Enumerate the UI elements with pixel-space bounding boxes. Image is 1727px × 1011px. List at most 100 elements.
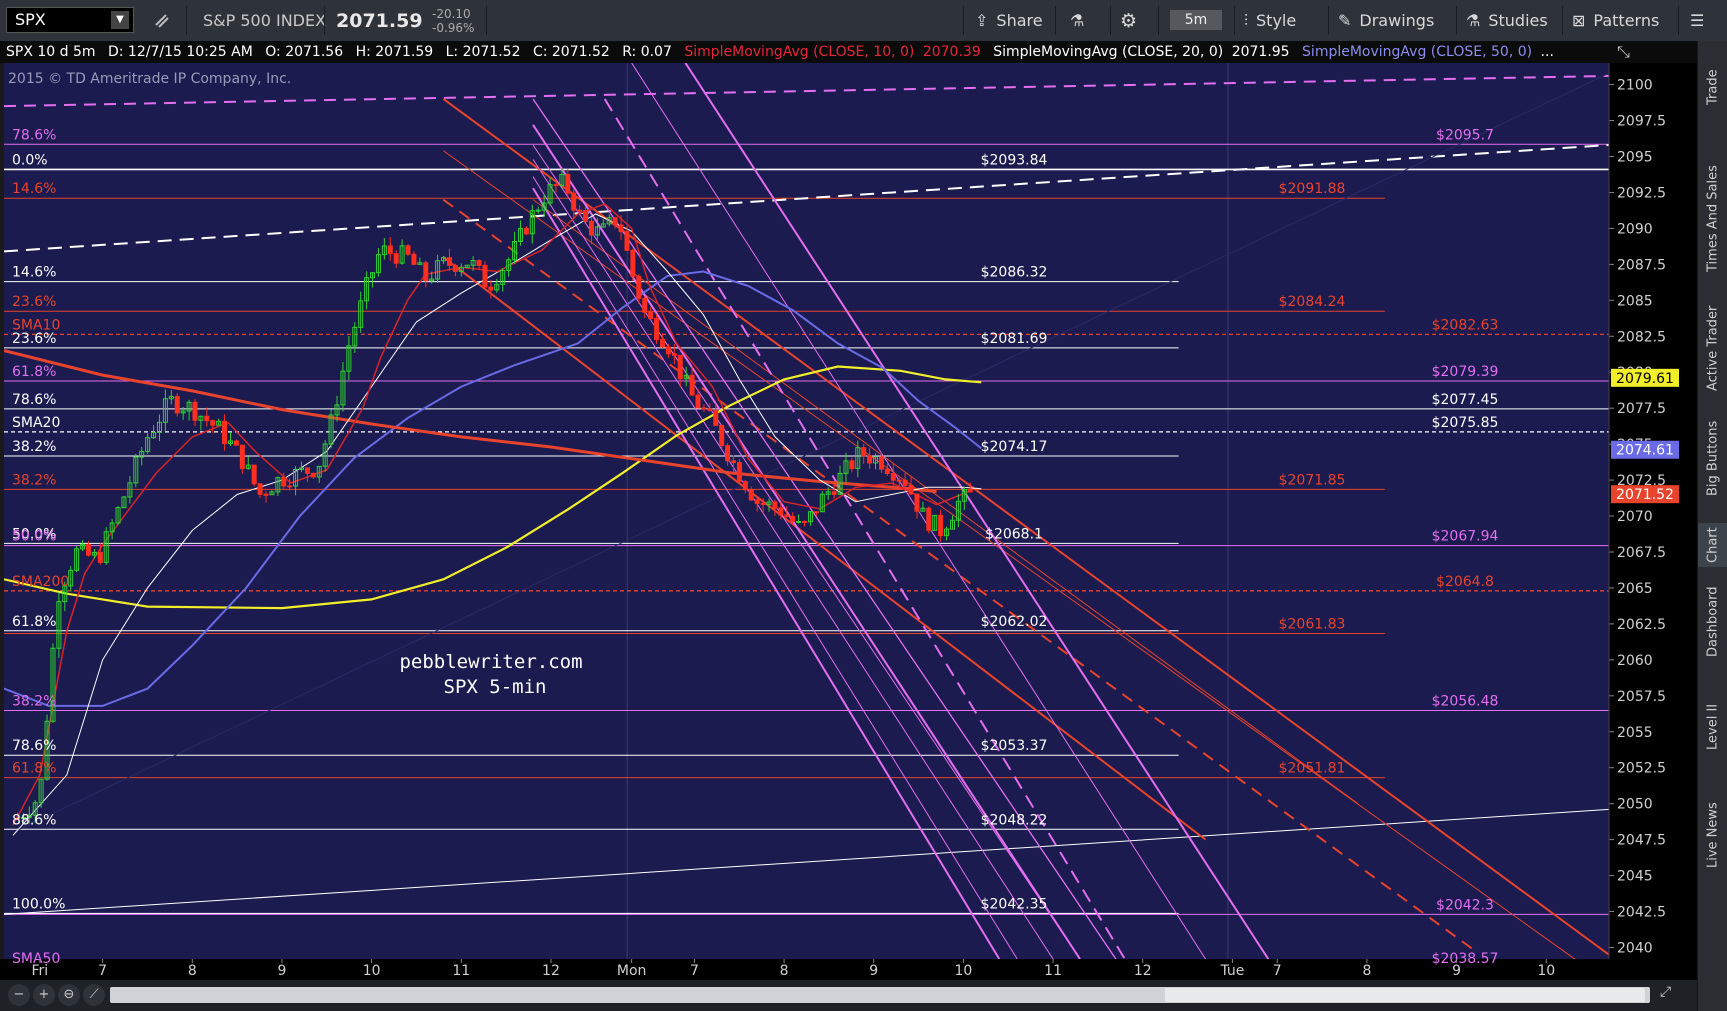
arrow-left-icon[interactable]: ⟋ [83,984,105,1006]
change-percent: -0.96% [432,20,475,35]
level-right-label: $2061.83 [1279,617,1346,633]
y-tick-label: 2042.5 [1617,905,1666,921]
candle-body [624,231,630,251]
level-left-label: 23.6% [12,331,56,347]
candle-body [754,499,760,504]
symbol-input[interactable]: SPX ▼ [6,7,134,33]
style-icon: ⫶ [1244,10,1249,30]
zoom-fit-icon[interactable]: ⊖ [58,984,80,1006]
level-left-label: 61.8% [12,761,56,777]
gear-icon[interactable]: ⚙ [1120,0,1137,41]
x-tick-label: 8 [780,963,789,979]
zoom-in-icon[interactable]: + [33,984,55,1006]
candle-body [654,318,660,340]
x-tick-label: Tue [1219,963,1244,979]
chevron-down-icon[interactable]: ▼ [111,11,129,29]
candle-body [233,440,239,446]
level-left-label: 100.0% [12,897,65,913]
candle-body [476,260,482,266]
candle-body [642,297,648,313]
share-button[interactable]: ⇪ Share [975,0,1043,41]
side-tab-big-buttons[interactable]: Big Buttons [1698,406,1727,510]
copyright-text: 2015 © TD Ameritrade IP Company, Inc. [8,71,291,87]
candle-body [310,472,316,478]
x-tick-label: 9 [869,963,878,979]
x-tick-label: 7 [98,963,107,979]
level-right-label: $2053.37 [981,738,1048,754]
side-tab-active-trader[interactable]: Active Trader [1698,303,1727,393]
candle-body [535,209,541,212]
link-icon[interactable] [152,0,172,41]
x-tick-label: 12 [542,963,560,979]
level-left-label: 38.2% [12,693,56,709]
level-left-label: SMA200 [12,574,69,590]
drawings-button[interactable]: ✎ Drawings [1338,0,1434,41]
candle-body [204,415,210,422]
candle-body [85,543,91,556]
side-tab-live-news[interactable]: Live News [1698,786,1727,884]
index-name: S&P 500 INDEX [203,11,327,30]
y-tick-label: 2057.5 [1617,689,1666,705]
level-right-label: $2038.57 [1432,951,1499,967]
side-tab-times-and-sales[interactable]: Times And Sales [1698,149,1727,289]
level-right-label: $2074.17 [981,439,1048,455]
y-tick-label: 2040 [1617,940,1653,956]
time-scrollbar[interactable] [110,987,1650,1003]
y-tick-label: 2077.5 [1617,401,1666,417]
candle-body [802,520,808,523]
candle-body [778,507,784,516]
studies-label: Studies [1488,11,1548,30]
timeframe-selector[interactable]: 5m [1170,10,1222,30]
price-badge-label: 2074.61 [1616,443,1674,459]
candle-body [896,479,902,482]
candle-body [251,464,257,485]
studies-icon: ⚗ [1466,11,1481,30]
candle-body [523,227,529,235]
top-toolbar: SPX ▼ S&P 500 INDEX 2071.59 -20.10 -0.96%… [0,0,1727,42]
candle-body [725,445,731,462]
candle-body [890,473,896,481]
side-panel: Trade Times And Sales Active Trader Big But… [1697,41,1727,1011]
y-tick-label: 2092.5 [1617,185,1666,201]
candle-body [222,420,228,445]
side-tab-chart[interactable]: Chart [1698,523,1727,567]
studies-button[interactable]: ⚗ Studies [1466,0,1548,41]
candle-body [630,249,636,277]
candle-body [192,401,198,421]
side-tab-dashboard[interactable]: Dashboard [1698,574,1727,670]
price-chart[interactable]: 78.6% $2095.7 0.0% $2093.84 14.6% $2091.88 14.… [0,41,1697,980]
style-button[interactable]: ⫶ Style [1244,0,1296,41]
candle-body [861,447,867,457]
candle-body [387,245,393,255]
side-tab-level-ii[interactable]: Level II [1698,681,1727,773]
level-right-label: $2093.84 [981,152,1048,168]
side-tab-trade[interactable]: Trade [1698,41,1727,133]
candle-body [636,275,642,299]
menu-icon[interactable]: ☰ [1690,0,1704,41]
candle-body [287,485,293,488]
flask-icon[interactable]: ⚗ [1070,0,1084,41]
zoom-out-icon[interactable]: − [8,984,30,1006]
level-right-label: $2091.88 [1279,181,1346,197]
level-left-label: 88.6% [12,812,56,828]
candle-body [908,484,914,495]
pencil-icon: ✎ [1338,11,1352,30]
x-tick-label: 11 [1044,963,1062,979]
level-left-label: SMA20 [12,415,60,431]
candle-body [618,224,624,233]
patterns-button[interactable]: ⊠ Patterns [1572,0,1659,41]
expand-icon[interactable]: ⤢ [1660,984,1671,1000]
x-tick-label: 10 [363,963,381,979]
x-tick-label: 10 [1537,963,1555,979]
candle-body [796,520,802,523]
candle-body [813,511,819,514]
y-tick-label: 2095 [1617,149,1653,165]
level-right-label: $2079.39 [1432,364,1499,380]
level-left-label: 61.8% [12,614,56,630]
price-badge-label: 2079.61 [1616,371,1674,387]
last-price: 2071.59 [336,9,423,32]
scrollbar-thumb[interactable] [1165,988,1645,1002]
candle-body [97,551,103,563]
candle-body [659,338,665,348]
candle-body [281,476,287,487]
